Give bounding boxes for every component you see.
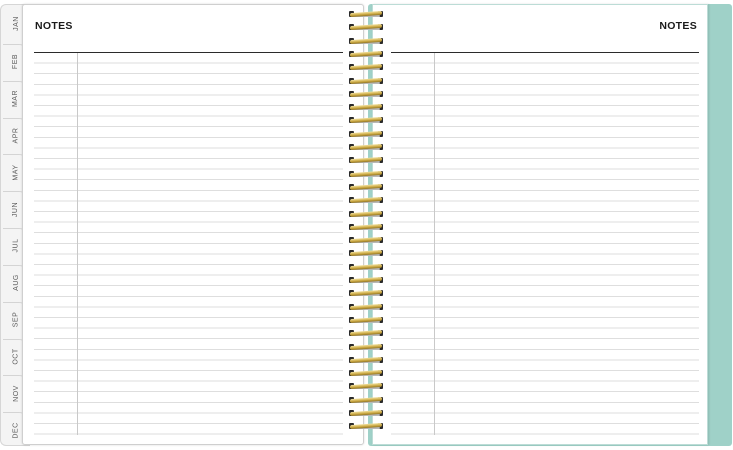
- spiral-coil: [347, 369, 385, 378]
- spiral-coil: [347, 23, 385, 32]
- spiral-coil: [347, 276, 385, 285]
- spiral-coil: [347, 422, 385, 431]
- spiral-coil: [347, 103, 385, 112]
- right-page-title: NOTES: [659, 20, 697, 32]
- left-notes-page: NOTES: [22, 4, 364, 445]
- month-tab-label: JUL: [12, 238, 20, 253]
- spiral-coil: [347, 329, 385, 338]
- spiral-coil: [347, 382, 385, 391]
- left-page-title: NOTES: [35, 20, 73, 32]
- spiral-coil: [347, 37, 385, 46]
- spiral-coil: [347, 90, 385, 99]
- spiral-coil: [347, 409, 385, 418]
- month-tab-label: SEP: [12, 311, 20, 328]
- spiral-coil: [347, 130, 385, 139]
- spiral-binding: [347, 10, 385, 440]
- spiral-coil: [347, 10, 385, 19]
- right-margin-line: [434, 53, 435, 435]
- left-ruled-lines[interactable]: [34, 53, 343, 435]
- spiral-coil: [347, 50, 385, 59]
- month-tab-label: MAR: [12, 90, 20, 108]
- spiral-coil: [347, 77, 385, 86]
- spiral-coil: [347, 63, 385, 72]
- month-tab-label: DEC: [12, 421, 20, 439]
- spiral-coil: [347, 343, 385, 352]
- spiral-coil: [347, 289, 385, 298]
- spiral-coil: [347, 170, 385, 179]
- month-tab-label: AUG: [12, 274, 20, 292]
- spiral-coil: [347, 196, 385, 205]
- spiral-coil: [347, 396, 385, 405]
- spiral-coil: [347, 116, 385, 125]
- spiral-coil: [347, 236, 385, 245]
- spiral-coil: [347, 249, 385, 258]
- month-tab-label: MAY: [12, 164, 20, 181]
- month-tab-label: NOV: [12, 384, 20, 402]
- left-margin-line: [77, 53, 78, 435]
- spiral-coil: [347, 303, 385, 312]
- spiral-coil: [347, 356, 385, 365]
- month-tab-label: JUN: [12, 201, 20, 217]
- spiral-coil: [347, 143, 385, 152]
- spiral-coil: [347, 210, 385, 219]
- spiral-coil: [347, 263, 385, 272]
- month-tab-label: FEB: [12, 54, 20, 70]
- month-tab-label: OCT: [12, 348, 20, 365]
- right-notes-page: NOTES: [372, 4, 708, 445]
- spiral-coil: [347, 223, 385, 232]
- right-ruled-lines[interactable]: [391, 53, 699, 435]
- month-tab-label: APR: [12, 127, 20, 144]
- spiral-coil: [347, 316, 385, 325]
- spiral-coil: [347, 156, 385, 165]
- spiral-coil: [347, 183, 385, 192]
- month-tab-label: JAN: [12, 16, 20, 32]
